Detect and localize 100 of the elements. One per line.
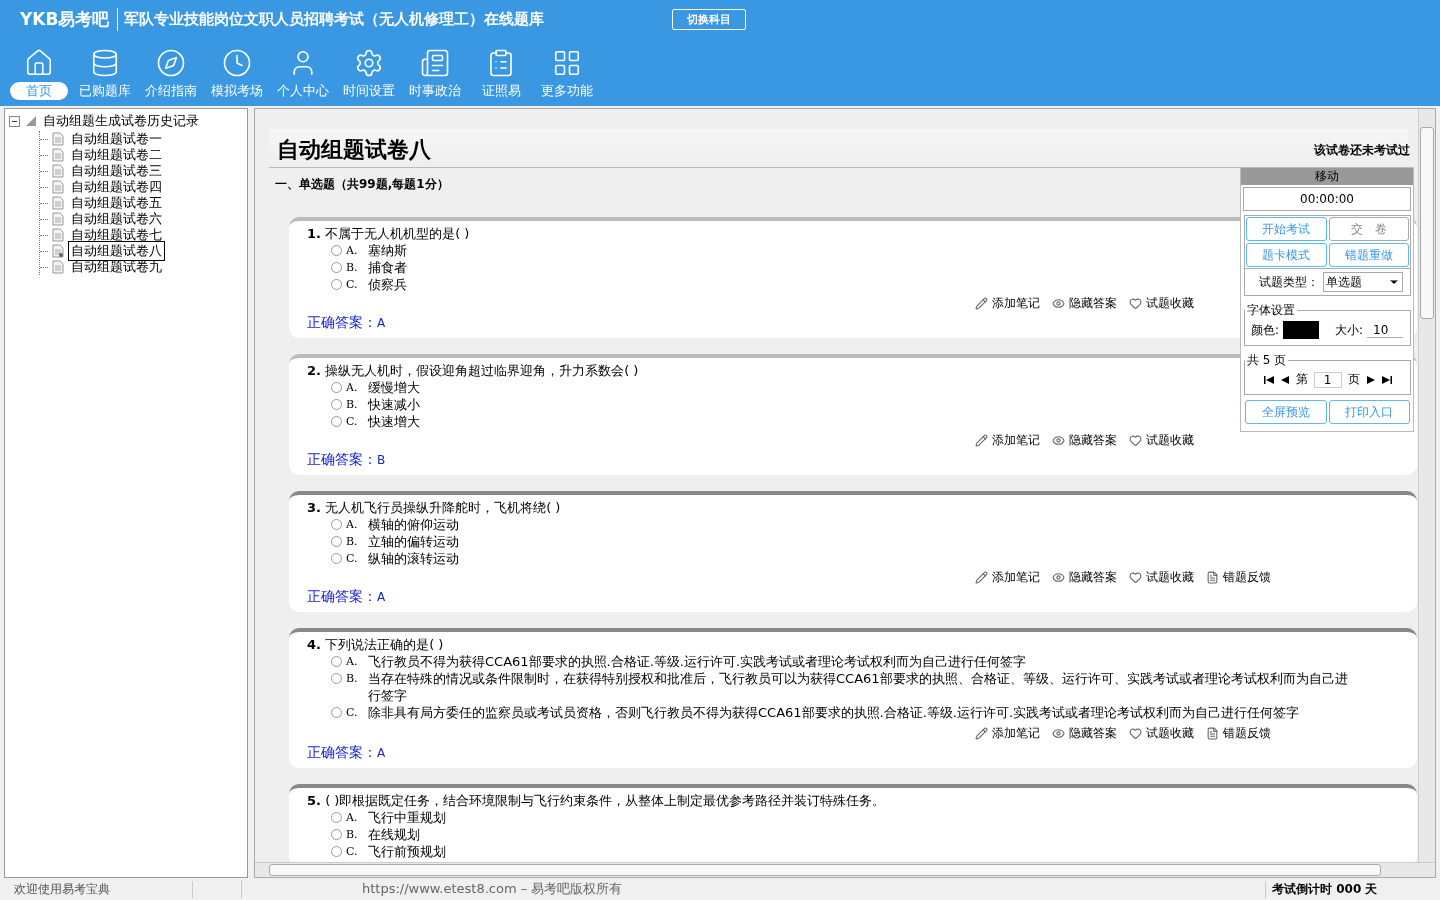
eye-icon	[1052, 571, 1065, 584]
group-title: 共 5 页	[1246, 352, 1288, 369]
section-heading: 一、单选题（共99题,每题1分）	[275, 176, 449, 193]
hide-answer-button[interactable]: 隐藏答案	[1052, 432, 1117, 449]
option-letter: B.	[346, 827, 359, 843]
document-icon	[52, 164, 64, 178]
radio-button[interactable]	[331, 262, 342, 273]
eye-icon	[1052, 434, 1065, 447]
radio-button[interactable]	[331, 245, 342, 256]
previous-page-icon[interactable]	[1279, 375, 1290, 384]
clock-icon[interactable]	[222, 48, 252, 78]
favorite-button[interactable]: 试题收藏	[1129, 725, 1194, 742]
question-text: 3. 无人机飞行员操纵升降舵时，飞机将绕( )	[307, 499, 561, 516]
radio-button[interactable]	[331, 519, 342, 530]
tree-root-label[interactable]: 自动组题生成试卷历史记录	[40, 111, 202, 131]
option-text: 纵轴的滚转运动	[368, 550, 459, 567]
correct-answer: 正确答案：A	[307, 588, 386, 606]
color-label: 颜色:	[1251, 321, 1280, 339]
radio-button[interactable]	[331, 382, 342, 393]
add-note-button[interactable]: 添加笔记	[975, 725, 1040, 742]
option-letter: B.	[346, 534, 359, 550]
radio-button[interactable]	[331, 279, 342, 290]
copyright-text: https://www.etest8.com – 易考吧版权所有	[241, 880, 1265, 898]
report-error-button[interactable]: 错题反馈	[1206, 569, 1271, 586]
option-text: 在线规划	[368, 826, 420, 843]
size-field[interactable]: 10	[1367, 322, 1404, 338]
radio-button[interactable]	[331, 673, 342, 684]
option-text: 除非具有局方委任的监察员或考试员资格，否则飞行教员不得为获得CCA61部要求的执照.合格证.等级.运行许可.实践考试或者理论考试权利而为自己进行任何签字	[368, 704, 1300, 721]
collapse-toggle[interactable]	[9, 115, 20, 127]
pencil-icon	[975, 727, 988, 740]
favorite-button[interactable]: 试题收藏	[1129, 569, 1194, 586]
document-icon	[52, 260, 64, 274]
document-icon	[52, 196, 64, 210]
option-text: 快速增大	[368, 413, 420, 430]
option-letter: B.	[346, 671, 359, 687]
app-title: 军队专业技能岗位文职人员招聘考试（无人机修理工）在线题库	[124, 9, 546, 29]
next-page-icon[interactable]	[1365, 375, 1376, 384]
first-page-icon[interactable]	[1263, 375, 1274, 384]
eye-icon	[1052, 297, 1065, 310]
radio-button[interactable]	[331, 416, 342, 427]
heart-icon	[1129, 434, 1142, 447]
document-icon	[1206, 571, 1219, 584]
newspaper-icon[interactable]	[420, 48, 450, 78]
timer: 00:00:00	[1243, 187, 1411, 211]
scroll-thumb[interactable]	[269, 864, 1381, 876]
last-page-icon[interactable]	[1381, 375, 1392, 384]
radio-button[interactable]	[331, 707, 342, 718]
add-note-button[interactable]: 添加笔记	[975, 432, 1040, 449]
document-icon	[52, 132, 64, 146]
type-label: 试题类型：	[1259, 273, 1319, 291]
option-letter: B.	[346, 260, 359, 276]
favorite-button[interactable]: 试题收藏	[1129, 295, 1194, 312]
option-text: 飞行教员不得为获得CCA61部要求的执照.合格证.等级.运行许可.实践考试或者理论考试权利而为自己进行任何签字	[368, 653, 1027, 670]
radio-button[interactable]	[331, 536, 342, 547]
option-text: 快速减小	[368, 396, 420, 413]
tree-item[interactable]: 自动组题试卷八	[68, 241, 165, 261]
question-text: 4. 下列说法正确的是( )	[307, 636, 444, 653]
hide-answer-button[interactable]: 隐藏答案	[1052, 569, 1117, 586]
page-field[interactable]: 1	[1313, 371, 1342, 388]
option-letter: C.	[346, 414, 359, 430]
vertical-scrollbar[interactable]	[1418, 109, 1435, 862]
hide-answer-button[interactable]: 隐藏答案	[1052, 295, 1117, 312]
favorite-button[interactable]: 试题收藏	[1129, 432, 1194, 449]
settings-icon[interactable]	[354, 48, 384, 78]
grid-icon[interactable]	[552, 48, 582, 78]
option-text: 缓慢增大	[368, 379, 420, 396]
option-text: 侦察兵	[368, 276, 407, 293]
logo: YKB易考吧	[20, 7, 119, 31]
radio-button[interactable]	[331, 399, 342, 410]
type-select[interactable]: 单选题	[1323, 272, 1403, 292]
heart-icon	[1129, 571, 1142, 584]
move-handle[interactable]: 移动	[1241, 168, 1413, 185]
pencil-icon	[975, 571, 988, 584]
report-error-button[interactable]: 错题反馈	[1206, 725, 1271, 742]
compass-icon[interactable]	[156, 48, 186, 78]
countdown-text: 考试倒计时 000 天	[1265, 880, 1440, 898]
heart-icon	[1129, 297, 1142, 310]
radio-button[interactable]	[331, 829, 342, 840]
radio-button[interactable]	[331, 656, 342, 667]
add-note-button[interactable]: 添加笔记	[975, 569, 1040, 586]
eye-icon	[1052, 727, 1065, 740]
radio-button[interactable]	[331, 812, 342, 823]
paper-title: 自动组题试卷八	[277, 136, 431, 164]
radio-button[interactable]	[331, 846, 342, 857]
hide-answer-button[interactable]: 隐藏答案	[1052, 725, 1117, 742]
pencil-icon	[975, 434, 988, 447]
database-icon[interactable]	[90, 48, 120, 78]
heart-icon	[1129, 727, 1142, 740]
option-text: 当存在特殊的情况或条件限制时，在获得特别授权和批准后，飞行教员可以为获得CCA61部要求的执照、合格证、等级、运行许可、实践考试或者理论考试权利而为自己进行签字	[368, 670, 1349, 704]
color-swatch[interactable]	[1283, 321, 1320, 339]
option-letter: A.	[346, 810, 359, 826]
radio-button[interactable]	[331, 553, 342, 564]
horizontal-scrollbar[interactable]	[255, 862, 1435, 877]
scroll-thumb[interactable]	[1420, 127, 1434, 319]
question-text: 5. ( )即根据既定任务，结合环境限制与飞行约束条件，从整体上制定最优参考路径并装订特殊任务。	[307, 792, 886, 809]
option-text: 飞行中重规划	[368, 809, 446, 826]
option-text: 塞纳斯	[368, 242, 407, 259]
add-note-button[interactable]: 添加笔记	[975, 295, 1040, 312]
home-icon[interactable]	[24, 48, 54, 78]
option-letter: A.	[346, 380, 359, 396]
